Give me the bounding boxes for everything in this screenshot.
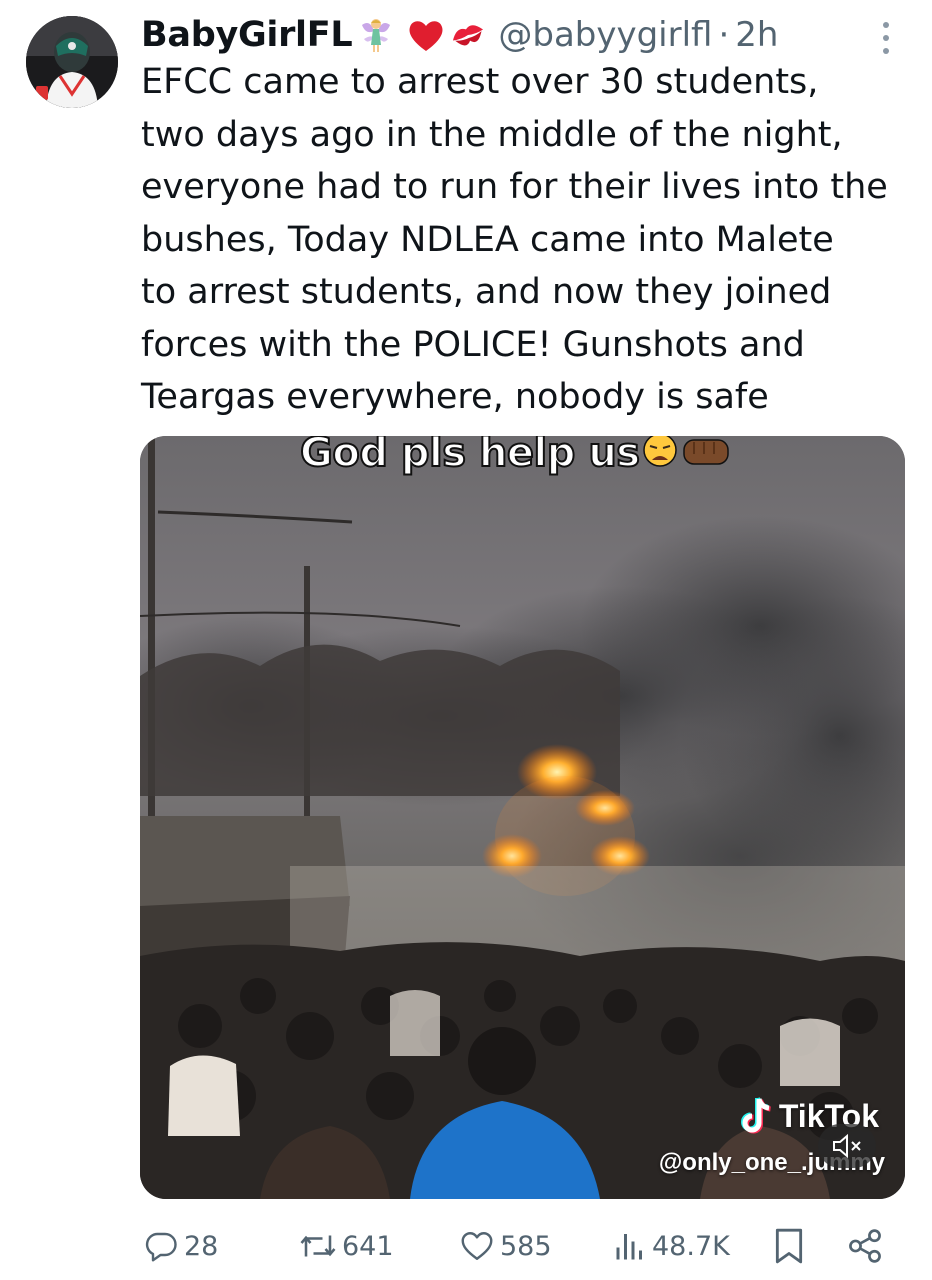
repost-count: 641 xyxy=(342,1230,394,1262)
video-frame xyxy=(140,436,905,1199)
reply-icon xyxy=(145,1232,177,1262)
tweet-actions: 28 641 585 48.7K xyxy=(140,1222,910,1270)
display-name[interactable]: BabyGirlFL xyxy=(141,15,353,55)
separator-dot: · xyxy=(718,15,730,55)
views-chart-icon xyxy=(616,1234,642,1260)
avatar[interactable] xyxy=(26,16,118,108)
like-count: 585 xyxy=(500,1230,552,1262)
weary-face-emoji xyxy=(642,436,729,467)
like-button[interactable]: 585 xyxy=(458,1222,552,1270)
avatar-image xyxy=(26,16,118,108)
fairy-emoji xyxy=(356,15,396,55)
tweet[interactable]: BabyGirlFL @babyygirlfl · 2h EFCC came t… xyxy=(0,0,932,1280)
timestamp[interactable]: 2h xyxy=(735,15,778,55)
tweet-header: BabyGirlFL @babyygirlfl · 2h xyxy=(141,10,778,60)
more-options-icon[interactable] xyxy=(872,18,900,58)
tweet-text: EFCC came to arrest over 30 students, tw… xyxy=(141,62,888,417)
speaker-muted-icon xyxy=(833,1133,861,1159)
share-icon xyxy=(849,1229,881,1263)
reply-count: 28 xyxy=(184,1230,219,1262)
share-button[interactable] xyxy=(846,1222,884,1270)
bookmark-icon xyxy=(775,1228,803,1264)
kiss-mark-emoji xyxy=(448,15,488,55)
tweet-video[interactable]: God pls help us TikTok @only_one_.jummy xyxy=(140,436,905,1199)
repost-button[interactable]: 641 xyxy=(298,1222,394,1270)
tiktok-icon xyxy=(740,1097,771,1134)
mute-button[interactable] xyxy=(818,1124,876,1168)
bookmark-button[interactable] xyxy=(772,1222,806,1270)
raised-fist-emoji xyxy=(682,439,729,465)
video-caption: God pls help us xyxy=(299,436,732,478)
repost-icon xyxy=(300,1235,336,1257)
reply-button[interactable]: 28 xyxy=(144,1222,218,1270)
red-heart-emoji xyxy=(406,15,446,55)
video-caption-text: God pls help us xyxy=(299,436,641,477)
views-button[interactable]: 48.7K xyxy=(612,1222,730,1270)
user-handle[interactable]: @babyygirlfl xyxy=(498,15,712,55)
caption-emojis xyxy=(642,436,732,478)
views-count: 48.7K xyxy=(652,1230,730,1262)
heart-icon xyxy=(461,1232,493,1260)
